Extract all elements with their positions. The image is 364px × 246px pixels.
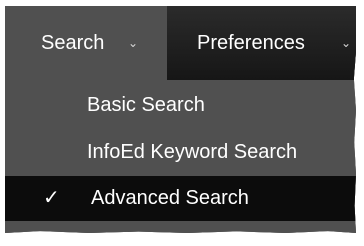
menu-panel: Search ⌄ Preferences ⌄ Basic Search Info…: [5, 6, 356, 233]
menu-preferences[interactable]: Preferences ⌄: [167, 6, 356, 80]
checkmark-icon: ✓: [43, 187, 60, 209]
screenshot-frame: Search ⌄ Preferences ⌄ Basic Search Info…: [0, 0, 364, 246]
menu-item-label: Basic Search: [87, 94, 205, 116]
caret-down-icon: ⌄: [128, 36, 139, 50]
caret-down-icon: ⌄: [341, 36, 352, 50]
menu-preferences-label: Preferences: [197, 32, 305, 54]
menu-item-label: Advanced Search: [91, 187, 249, 209]
menu-item-infoed-keyword-search[interactable]: InfoEd Keyword Search: [5, 130, 356, 175]
menu-search-label: Search: [41, 32, 105, 54]
menu-bar: Search ⌄ Preferences ⌄: [5, 6, 356, 80]
search-dropdown-menu: Basic Search InfoEd Keyword Search ✓ Adv…: [5, 80, 356, 233]
menu-item-label: InfoEd Keyword Search: [87, 141, 298, 163]
menu-item-advanced-search[interactable]: ✓ Advanced Search: [5, 176, 356, 221]
menu-search[interactable]: Search ⌄: [5, 6, 167, 80]
menu-item-basic-search[interactable]: Basic Search: [5, 83, 356, 128]
